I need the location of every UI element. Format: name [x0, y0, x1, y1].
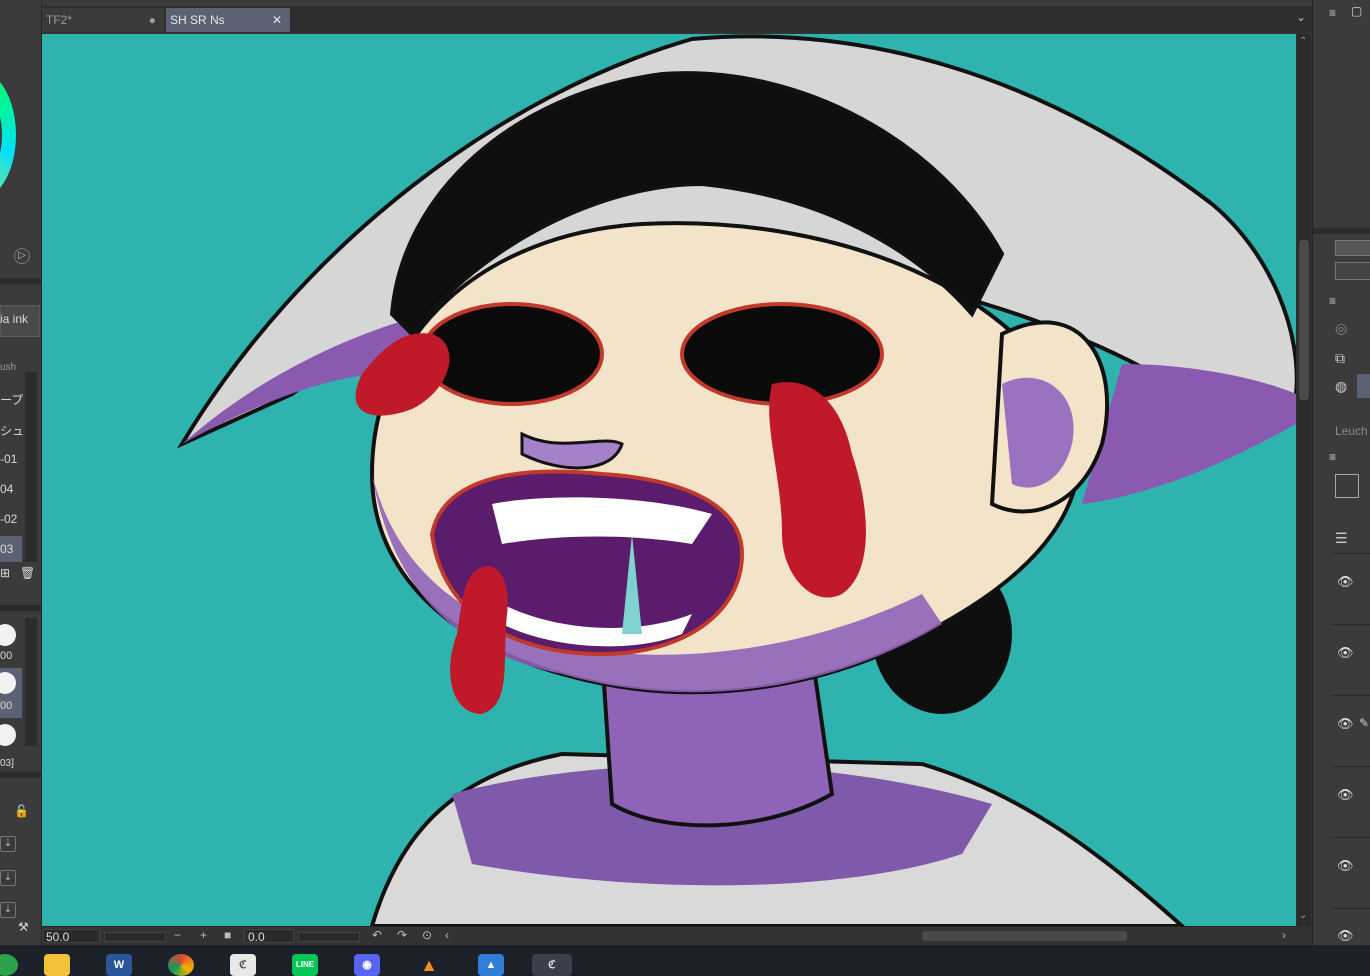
download-icon[interactable]: ⇣	[0, 902, 16, 918]
reset-rotation-icon[interactable]: ⊙	[422, 928, 432, 942]
pen-icon: ✎	[1359, 716, 1370, 730]
tab-tf2[interactable]: TF2* ●	[42, 8, 164, 32]
color-wheel[interactable]	[0, 70, 16, 200]
sub-tool-item[interactable]: -02	[0, 512, 17, 526]
eye-icon[interactable]: 👁	[1337, 928, 1354, 944]
sub-tool-scrollbar[interactable]	[25, 372, 37, 562]
brush-name-label: ia ink	[0, 312, 29, 326]
scroll-up-icon[interactable]: ⌃	[1299, 36, 1307, 47]
file-explorer-icon[interactable]	[44, 954, 70, 976]
scroll-down-icon[interactable]: ⌄	[1299, 910, 1307, 921]
zoom-out-icon[interactable]: −	[174, 928, 181, 942]
selected-tool-highlight[interactable]	[1357, 374, 1370, 398]
zoom-in-icon[interactable]: +	[200, 928, 207, 942]
brush-size-value: 00	[0, 700, 13, 712]
fill-icon[interactable]: ◍	[1335, 378, 1347, 395]
menu-icon[interactable]: ≡	[1329, 6, 1336, 20]
rotation-slider[interactable]	[298, 932, 360, 942]
brush-size-dot[interactable]	[0, 624, 16, 646]
sub-tool-item[interactable]: 04	[0, 482, 13, 496]
slider-bar[interactable]	[1335, 240, 1370, 256]
slider-bar[interactable]	[1335, 262, 1370, 280]
drawing-canvas[interactable]	[42, 34, 1296, 926]
eye-icon[interactable]: 👁	[1337, 574, 1354, 590]
sub-tool-item[interactable]: 03	[0, 542, 13, 556]
word-icon[interactable]: W	[106, 954, 132, 976]
zoom-slider[interactable]	[104, 932, 166, 942]
line-icon[interactable]: LINE	[292, 954, 318, 976]
clip-studio-paint-icon[interactable]: ℭ	[230, 954, 256, 976]
photos-icon[interactable]: ▲	[478, 954, 504, 976]
sub-tool-item[interactable]: ープ	[0, 391, 23, 408]
zoom-value: 50.0	[46, 930, 70, 944]
eye-icon[interactable]: 👁	[1337, 716, 1354, 732]
menu-icon[interactable]: ≡	[1329, 294, 1336, 308]
scroll-right-icon[interactable]: ›	[1282, 928, 1286, 942]
artwork-illustration	[42, 34, 1296, 926]
eye-icon[interactable]: 👁	[1337, 787, 1354, 803]
chevron-down-icon[interactable]: ⌄	[1296, 10, 1306, 24]
eye-icon[interactable]: 👁	[1337, 858, 1354, 874]
transform-icon[interactable]: ⧉	[1335, 350, 1345, 367]
eye-icon[interactable]: 👁	[1337, 645, 1354, 661]
brush-size-value: 00	[0, 650, 13, 662]
layer-settings-icon[interactable]: ☰	[1335, 530, 1348, 547]
fit-icon[interactable]: ■	[224, 928, 231, 942]
tab-sh-sr-ns[interactable]: SH SR Ns ✕	[166, 8, 290, 32]
horizontal-scroll-thumb[interactable]	[922, 931, 1127, 941]
windows-taskbar: W ℭ LINE ◉ ▲ ▲ ℭ	[0, 945, 1370, 976]
zoom-field[interactable]: 50.0	[42, 929, 100, 944]
panel-icon[interactable]: ▢	[1351, 4, 1362, 18]
canvas-vertical-scrollbar[interactable]	[1297, 34, 1311, 926]
chrome-icon[interactable]	[168, 954, 194, 976]
add-sub-tool-icon[interactable]: ⊞	[0, 566, 10, 580]
delete-sub-tool-icon[interactable]: 🗑	[20, 566, 35, 580]
unsaved-dot-icon: ●	[148, 13, 156, 27]
tab-label: TF2*	[46, 13, 73, 27]
document-tab-bar: TF2* ● SH SR Ns ✕ ⌄	[42, 6, 1312, 32]
menu-icon[interactable]: ≡	[1329, 450, 1336, 464]
rotate-right-icon[interactable]: ↷	[397, 928, 407, 942]
layer-mode-box[interactable]	[1335, 474, 1359, 498]
scroll-left-icon[interactable]: ‹	[445, 928, 449, 942]
sub-tool-item[interactable]: -01	[0, 452, 17, 466]
panel-divider	[0, 605, 41, 611]
sub-tool-item[interactable]: シュ	[0, 422, 24, 439]
play-icon[interactable]: ▷	[14, 248, 30, 264]
download-icon[interactable]: ⇣	[0, 836, 16, 852]
brush-size-scrollbar[interactable]	[25, 618, 37, 746]
download-icon[interactable]: ⇣	[0, 870, 16, 886]
brush-size-label: 03]	[0, 758, 14, 769]
close-icon[interactable]: ✕	[272, 8, 282, 32]
panel-divider	[1313, 228, 1370, 234]
vlc-icon[interactable]: ▲	[416, 954, 442, 976]
discord-icon[interactable]: ◉	[354, 954, 380, 976]
panel-divider	[0, 278, 41, 284]
lock-icon[interactable]: 🔓	[14, 804, 29, 818]
property-label: Leuch	[1335, 424, 1368, 438]
vertical-scroll-thumb[interactable]	[1299, 240, 1309, 400]
sub-tool-header: ush	[0, 362, 17, 373]
wrench-icon[interactable]: ⚒	[18, 920, 29, 934]
right-panel: ≡ ▢ ≡ ◎ ⧉ ◍ Leuch ≡ ☰ 👁 👁 👁 ✎ 👁 👁 👁	[1312, 0, 1370, 945]
panel-divider	[0, 772, 41, 778]
left-panel: ▷ ia ink ush ープ シュ -01 04 -02 03 ⊞ 🗑 00 …	[0, 0, 42, 945]
tool-property-icon[interactable]: ◎	[1335, 320, 1347, 337]
canvas-status-bar: 50.0 − + ■ 0.0 ↶ ↷ ⊙ ‹ ›	[42, 926, 1296, 946]
taskbar-app-icon[interactable]	[0, 954, 18, 976]
rotation-value: 0.0	[248, 930, 265, 944]
tab-label: SH SR Ns	[170, 13, 225, 27]
brush-size-dot[interactable]	[0, 724, 16, 746]
rotation-field[interactable]: 0.0	[244, 929, 294, 944]
clip-studio-icon[interactable]: ℭ	[532, 954, 572, 976]
rotate-left-icon[interactable]: ↶	[372, 928, 382, 942]
